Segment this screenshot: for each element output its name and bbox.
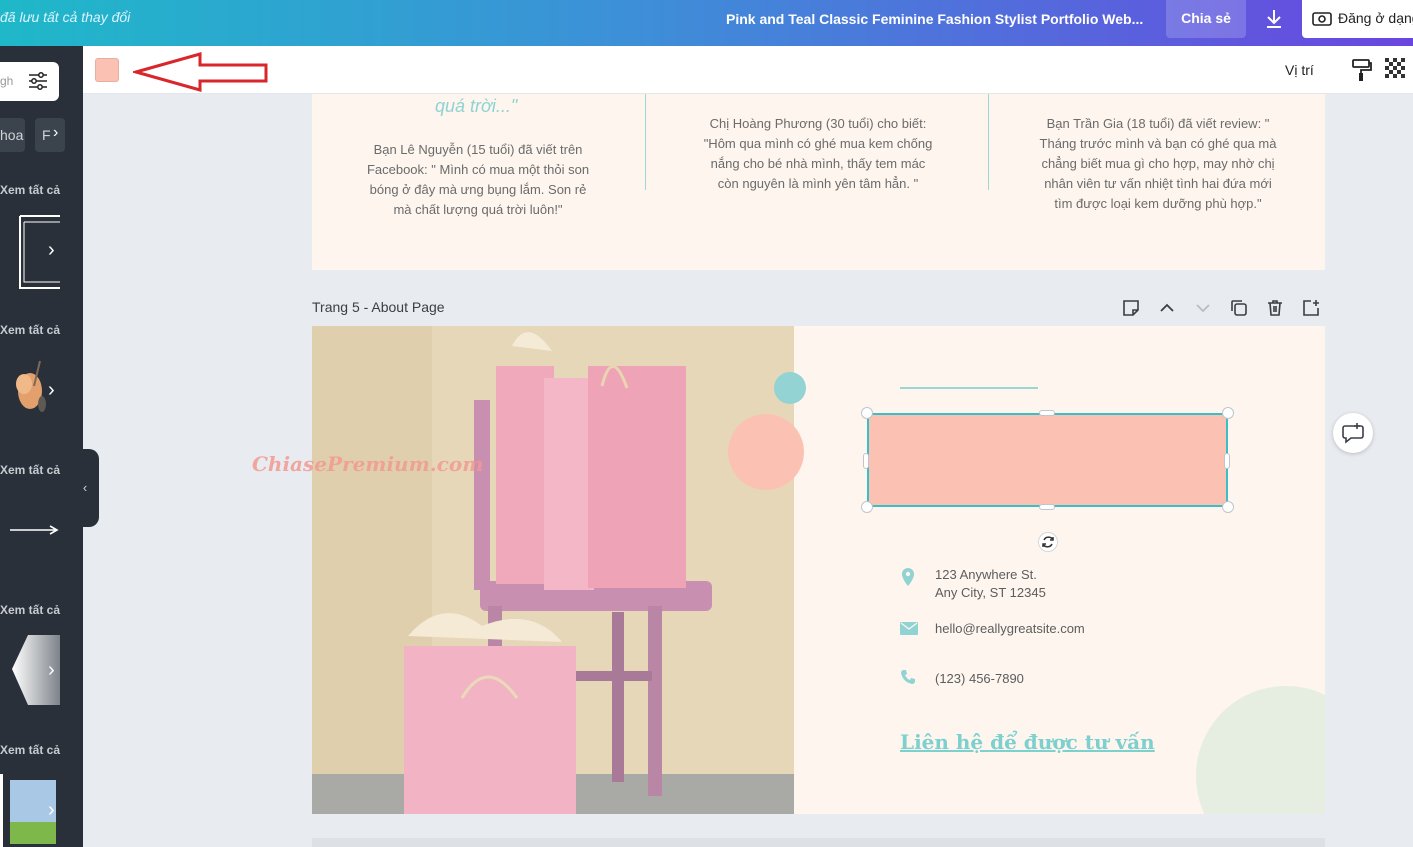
top-bar: đã lưu tất cả thay đổi Pink and Teal Cla… — [0, 0, 1413, 46]
comment-button[interactable] — [1333, 413, 1373, 453]
transparency-icon[interactable] — [1385, 58, 1407, 80]
chip-hoa[interactable]: hoa — [0, 118, 25, 152]
divider-line — [645, 94, 646, 190]
paint-format-icon[interactable] — [1351, 58, 1373, 82]
page-6-preview[interactable] — [312, 838, 1325, 847]
resize-handle[interactable] — [1224, 453, 1230, 469]
resize-handle[interactable] — [1039, 410, 1055, 416]
chevron-right-icon[interactable]: › — [48, 800, 62, 820]
decorative-circle[interactable] — [728, 414, 804, 490]
phone-text[interactable]: (123) 456-7890 — [935, 670, 1024, 688]
decorative-circle[interactable] — [774, 372, 806, 404]
address-line-1[interactable]: 123 Anywhere St. — [935, 566, 1037, 584]
chevron-right-icon[interactable]: › — [53, 124, 58, 142]
resize-handle[interactable] — [861, 501, 873, 513]
arrow-line-thumbnail[interactable] — [0, 486, 60, 576]
filter-icon[interactable] — [28, 72, 48, 90]
save-status: đã lưu tất cả thay đổi — [0, 9, 131, 25]
chevron-right-icon[interactable]: › — [48, 660, 62, 680]
quote-tail-text[interactable]: quá trời..." — [435, 96, 517, 117]
chevron-right-icon[interactable]: › — [48, 380, 62, 400]
chevron-up-icon[interactable] — [1157, 298, 1177, 318]
testimonial-2[interactable]: Chị Hoàng Phương (30 tuổi) cho biết: "Hô… — [702, 114, 934, 194]
email-text[interactable]: hello@reallygreatsite.com — [935, 620, 1085, 638]
testimonial-3[interactable]: Bạn Trần Gia (18 tuổi) đã viết review: "… — [1036, 114, 1280, 214]
address-line-2[interactable]: Any City, ST 12345 — [935, 584, 1046, 602]
selected-rectangle[interactable] — [867, 413, 1228, 507]
resize-handle[interactable] — [1222, 407, 1234, 419]
editor-toolbar: Vị trí — [83, 46, 1413, 94]
delete-icon[interactable] — [1265, 298, 1285, 318]
collapse-panel-button[interactable]: ‹ — [71, 449, 99, 527]
see-all-link[interactable]: Xem tất cả — [0, 603, 60, 617]
shopping-bags-illustration — [312, 326, 794, 814]
share-button[interactable]: Chia sẻ — [1166, 0, 1246, 38]
decorative-circle[interactable] — [1196, 686, 1325, 814]
location-icon — [902, 568, 914, 586]
page-5-about[interactable]: 123 Anywhere St. Any City, ST 12345 hell… — [312, 326, 1325, 814]
position-button[interactable]: Vị trí — [1285, 62, 1314, 78]
chevron-down-icon[interactable] — [1193, 298, 1213, 318]
elements-panel: gh hoa F › Xem tất cả › Xem tất cả › Xem… — [0, 46, 83, 847]
watermark-text: ChiasePremium.com — [252, 452, 484, 476]
email-icon — [900, 622, 918, 635]
annotation-arrow — [133, 52, 268, 92]
document-title[interactable]: Pink and Teal Classic Feminine Fashion S… — [726, 11, 1143, 27]
add-page-icon[interactable] — [1301, 298, 1321, 318]
search-input[interactable]: gh — [0, 62, 59, 101]
chip-f[interactable]: F — [35, 118, 65, 152]
resize-handle[interactable] — [1039, 504, 1055, 510]
publish-label: Đăng ở dạng — [1338, 10, 1413, 26]
contact-cta-text[interactable]: Liên hệ để được tư vấn — [900, 730, 1155, 754]
testimonial-1[interactable]: Bạn Lê Nguyễn (15 tuổi) đã viết trên Fac… — [362, 140, 594, 220]
see-all-link[interactable]: Xem tất cả — [0, 743, 60, 757]
search-placeholder: gh — [0, 74, 14, 88]
see-all-link[interactable]: Xem tất cả — [0, 323, 60, 337]
divider-line — [988, 94, 989, 190]
page-title[interactable]: Trang 5 - About Page — [312, 299, 445, 315]
publish-button[interactable]: Đăng ở dạng — [1302, 0, 1413, 38]
see-all-link[interactable]: Xem tất cả — [0, 183, 60, 197]
rotate-icon — [1042, 536, 1054, 548]
present-icon — [1312, 12, 1332, 27]
notes-icon[interactable] — [1121, 298, 1141, 318]
download-icon — [1267, 10, 1281, 28]
resize-handle[interactable] — [861, 407, 873, 419]
rotate-handle[interactable] — [1038, 532, 1058, 552]
resize-handle[interactable] — [1222, 501, 1234, 513]
comment-icon — [1342, 423, 1364, 444]
decorative-line[interactable] — [900, 387, 1038, 389]
chevron-right-icon[interactable]: › — [48, 240, 62, 260]
product-photo[interactable] — [312, 326, 794, 814]
see-all-link[interactable]: Xem tất cả — [0, 463, 60, 477]
duplicate-icon[interactable] — [1229, 298, 1249, 318]
phone-icon — [901, 670, 915, 684]
fill-color-swatch[interactable] — [95, 58, 119, 82]
download-button[interactable] — [1256, 4, 1292, 34]
resize-handle[interactable] — [863, 453, 869, 469]
